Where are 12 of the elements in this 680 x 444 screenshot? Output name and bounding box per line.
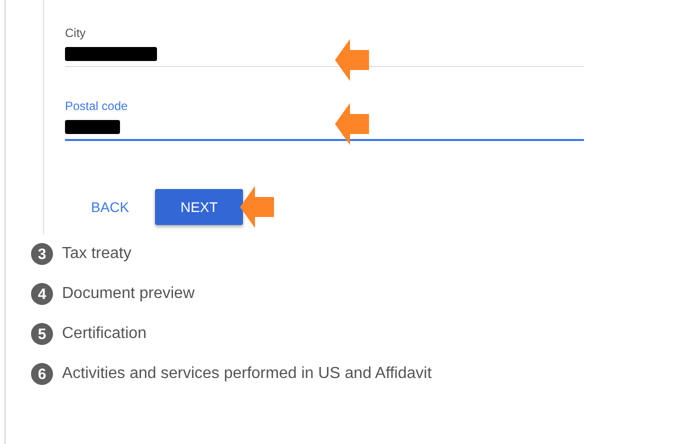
field-label: Postal code xyxy=(65,99,128,113)
step-number: 4 xyxy=(31,283,53,305)
step-number: 5 xyxy=(31,323,53,345)
step-number: 6 xyxy=(31,363,53,385)
step-label[interactable]: Certification xyxy=(62,325,146,343)
next-button[interactable]: NEXT xyxy=(155,189,244,225)
step-label[interactable]: Tax treaty xyxy=(62,245,132,263)
step-label[interactable]: Activities and services performed in US and Affidavit xyxy=(62,365,432,383)
back-button[interactable]: BACK xyxy=(65,189,156,225)
field-label: City xyxy=(65,26,86,40)
step-label[interactable]: Document preview xyxy=(62,285,194,303)
step-number: 3 xyxy=(31,243,53,265)
